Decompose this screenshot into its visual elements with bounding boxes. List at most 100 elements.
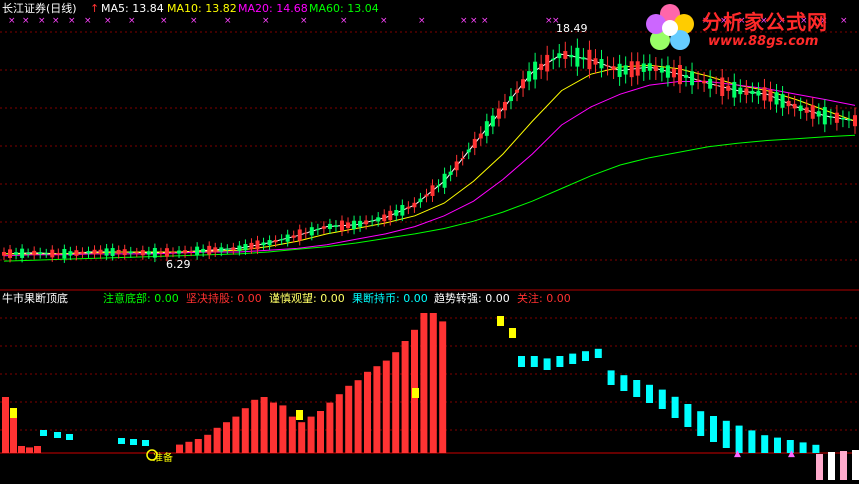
- candle-body: [128, 251, 133, 254]
- ma-line-ma60: [3, 134, 856, 262]
- candle-body: [533, 61, 538, 80]
- chart-canvas[interactable]: ××××××××××××××××××××××××××××××××▲▲: [0, 0, 859, 480]
- candle-body: [828, 116, 833, 118]
- indicator-red-bar: [401, 341, 409, 453]
- indicator-cyan-bar: [518, 356, 525, 367]
- indicator-cyan-bar: [748, 430, 756, 453]
- candle-body: [659, 67, 664, 73]
- candle-body: [810, 105, 815, 119]
- high-price-marker: 18.49: [556, 22, 588, 35]
- candle-body: [702, 80, 707, 84]
- signal-x-mark: ×: [262, 16, 270, 26]
- candle-body: [406, 206, 411, 209]
- signal-x-mark: ×: [460, 16, 468, 26]
- candle-body: [44, 253, 49, 255]
- indicator-title: 牛市果断顶底: [2, 292, 68, 305]
- candle-body: [116, 249, 121, 255]
- indicator-red-bar: [194, 439, 202, 453]
- signal-x-mark: ×: [128, 16, 136, 26]
- candle-body: [460, 158, 465, 160]
- watermark-logo: 分析家公式网 www.88gs.com: [640, 0, 859, 56]
- candle-body: [563, 51, 568, 59]
- indicator-cyan-bar: [722, 420, 730, 448]
- candle-body: [32, 250, 37, 256]
- indicator-red-bar: [335, 394, 343, 453]
- value-cash: 果断持币: 0.00: [352, 292, 428, 305]
- flower-logo-icon: [646, 4, 694, 50]
- candle-body: [86, 251, 91, 254]
- value-watch: 谨慎观望: 0.00: [269, 292, 345, 305]
- watermark-url: www.88gs.com: [708, 34, 819, 49]
- candle-body: [213, 247, 218, 253]
- candle-body: [720, 77, 725, 97]
- candle-body: [774, 92, 779, 105]
- indicator-red-bar: [26, 447, 33, 453]
- candle-body: [762, 87, 767, 101]
- candle-body: [62, 248, 67, 259]
- candle-body: [539, 63, 544, 70]
- ma5-label: MA5: 13.84: [101, 2, 164, 15]
- signal-x-mark: ×: [481, 16, 489, 26]
- candle-body: [605, 65, 610, 67]
- indicator-cyan-bar: [697, 411, 705, 436]
- candle-body: [786, 100, 791, 107]
- candle-body: [792, 103, 797, 109]
- indicator-cyan-bar: [671, 396, 679, 418]
- candle-body: [273, 240, 278, 243]
- indicator-cyan-bar: [582, 351, 589, 361]
- candle-body: [122, 249, 127, 256]
- candle-body: [593, 58, 598, 65]
- indicator-red-bar: [223, 422, 230, 453]
- indicator-cyan-bar: [569, 353, 577, 364]
- candle-body: [382, 214, 387, 222]
- indicator-red-bar: [317, 411, 324, 453]
- value-bottom: 注意底部: 0.00: [103, 292, 179, 305]
- candle-body: [653, 66, 658, 72]
- candle-body: [515, 89, 520, 93]
- candle-body: [219, 247, 224, 252]
- candle-body: [430, 185, 435, 197]
- candle-body: [80, 251, 85, 254]
- indicator-pink-bar: [840, 451, 847, 480]
- indicator-yellow-top: [509, 328, 516, 338]
- signal-x-mark: ×: [52, 16, 60, 26]
- candle-body: [569, 54, 574, 58]
- indicator-red-bar: [2, 397, 9, 453]
- signal-x-mark: ×: [300, 16, 308, 26]
- candle-body: [146, 251, 151, 255]
- candle-body: [309, 227, 314, 236]
- candle-body: [527, 71, 532, 82]
- candle-body: [394, 210, 399, 216]
- candle-body: [551, 58, 556, 61]
- indicator-cyan-bar: [530, 356, 538, 367]
- indicator-yellow-top: [497, 316, 504, 326]
- candle-body: [400, 204, 405, 216]
- low-price-marker: 6.29: [166, 258, 191, 271]
- indicator-yellow-top: [10, 408, 17, 418]
- candle-body: [297, 229, 302, 241]
- indicator-pink-bar: [828, 452, 835, 480]
- chart-window[interactable]: ××××××××××××××××××××××××××××××××▲▲ 长江证券(…: [0, 0, 859, 480]
- candle-body: [647, 63, 652, 71]
- indicator-cyan-bar: [54, 432, 61, 438]
- indicator-red-bar: [279, 405, 287, 453]
- candle-body: [508, 96, 513, 102]
- signal-x-mark: ×: [340, 16, 348, 26]
- ma-line-ma10: [4, 64, 856, 255]
- indicator-cyan-bar: [607, 370, 615, 385]
- candle-body: [714, 84, 719, 86]
- candle-body: [225, 248, 230, 250]
- candle-body: [279, 239, 284, 241]
- candle-body: [303, 232, 308, 234]
- candle-body: [189, 251, 194, 253]
- up-arrow-icon: ↑: [90, 2, 100, 15]
- candle-body: [424, 194, 429, 197]
- candle-body: [834, 112, 839, 123]
- signal-x-mark: ×: [160, 16, 168, 26]
- candle-body: [545, 54, 550, 72]
- indicator-red-bar: [326, 402, 334, 453]
- candle-body: [502, 101, 507, 111]
- candle-body: [750, 90, 755, 94]
- candle-body: [690, 71, 695, 86]
- candle-body: [708, 78, 713, 89]
